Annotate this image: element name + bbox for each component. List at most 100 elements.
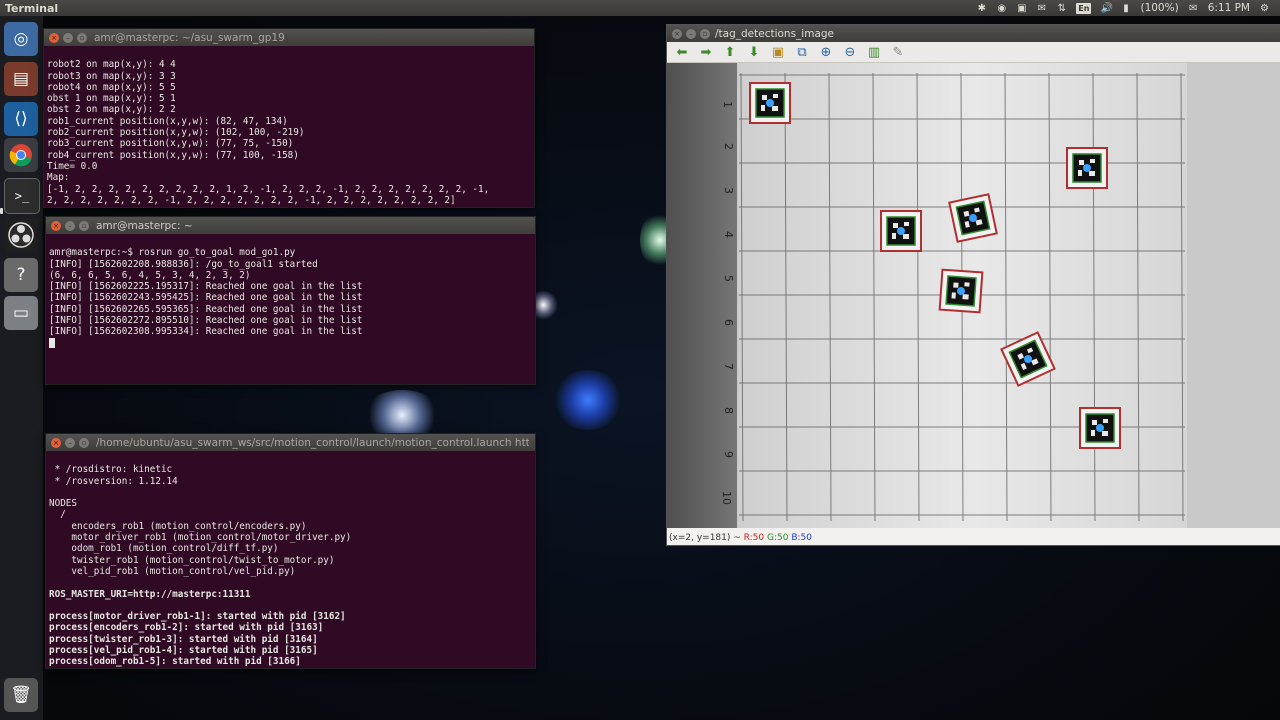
zoom-in-icon[interactable]: ⊕ [817, 44, 835, 60]
blue-value: B:50 [791, 533, 813, 543]
row-label: 8 [722, 407, 735, 414]
files-icon[interactable]: ▤ [4, 62, 38, 96]
battery-percent[interactable]: (100%) [1140, 2, 1178, 14]
output-line: * /rosdistro: kinetic [49, 464, 173, 476]
save-image-icon[interactable]: ▣ [769, 44, 787, 60]
terminal-window-home[interactable]: × – ▫ amr@masterpc: ~ amr@masterpc:~$ rosr… [45, 216, 536, 385]
output-line: robot4 on map(x,y): 5 5 [47, 81, 176, 93]
forward-arrow-icon[interactable]: ➡ [697, 44, 715, 60]
output-line: process[motor_driver_rob1-1]: started wi… [49, 611, 346, 623]
session-icon[interactable]: ✉ [1188, 3, 1199, 14]
row-label: 6 [722, 319, 735, 326]
launcher: ◎ ▤ ⟨⟩ >_ ? ▭ 🗑 [0, 16, 43, 720]
right-board-edge [1187, 63, 1280, 528]
titlebar[interactable]: × – ▫ amr@masterpc: ~/asu_swarm_gp19 [44, 29, 534, 46]
titlebar[interactable]: × – ▫ amr@masterpc: ~ [46, 217, 535, 234]
help-icon[interactable]: ? [4, 258, 38, 292]
dash-icon[interactable]: ◎ [4, 22, 38, 56]
apriltag-marker [880, 210, 922, 252]
mail-icon[interactable]: ✉ [1036, 3, 1047, 14]
terminal-output[interactable]: * /rosdistro: kinetic * /rosversion: 1.1… [46, 451, 535, 668]
active-indicator [0, 208, 3, 214]
terminal-icon[interactable]: >_ [4, 178, 40, 214]
camera-image[interactable]: 1 2 3 4 5 6 7 8 9 10 [667, 63, 1280, 528]
output-line: ROS_MASTER_URI=http://masterpc:11311 [49, 588, 251, 600]
network-icon[interactable]: ⇅ [1056, 3, 1067, 14]
window-title: /home/ubuntu/asu_swarm_ws/src/motion_con… [96, 436, 529, 449]
clock[interactable]: 6:11 PM [1208, 2, 1250, 14]
output-line: rob3_current position(x,y,w): (77, 75, -… [47, 138, 294, 150]
output-line: [INFO] [1562602272.895510]: Reached one … [49, 315, 363, 327]
save-icon[interactable]: ▥ [865, 44, 883, 60]
back-arrow-icon[interactable]: ⬅ [673, 44, 691, 60]
output-line: [INFO] [1562602308.995334]: Reached one … [49, 326, 363, 338]
output-line: [INFO] [1562602225.195317]: Reached one … [49, 281, 363, 293]
output-line: process[encoders_rob1-2]: started with p… [49, 622, 324, 634]
close-button[interactable]: × [51, 437, 61, 448]
viewer-toolbar: ⬅ ➡ ⬆ ⬇ ▣ ⧉ ⊕ ⊖ ▥ ✎ [667, 42, 1280, 63]
close-button[interactable]: × [672, 28, 682, 39]
output-line: odom_rob1 (motion_control/diff_tf.py) [49, 543, 279, 555]
bluetooth-icon[interactable]: ✱ [976, 3, 987, 14]
terminal-output[interactable]: amr@masterpc:~$ rosrun go_to_goal mod_go… [46, 234, 535, 375]
drive-icon[interactable]: ▭ [4, 296, 38, 330]
output-line: obst 2 on map(x,y): 2 2 [47, 104, 176, 116]
maximize-button[interactable]: ▫ [79, 220, 89, 231]
maximize-button[interactable]: ▫ [700, 28, 710, 39]
close-button[interactable]: × [51, 220, 61, 231]
robot-glow [552, 370, 624, 430]
output-line: rob4_current position(x,y,w): (77, 100, … [47, 149, 299, 161]
close-button[interactable]: × [49, 32, 59, 43]
power-gear-icon[interactable]: ⚙ [1259, 3, 1270, 14]
output-line: robot2 on map(x,y): 4 4 [47, 59, 176, 71]
obs-icon[interactable] [4, 218, 38, 252]
minimize-button[interactable]: – [65, 437, 75, 448]
maximize-button[interactable]: ▫ [79, 437, 89, 448]
row-label: 5 [722, 275, 735, 282]
battery-icon[interactable]: ▮ [1120, 3, 1131, 14]
terminal-output[interactable]: robot2 on map(x,y): 4 4 robot3 on map(x,y… [44, 46, 534, 207]
volume-icon[interactable]: 🔊 [1100, 3, 1112, 14]
output-line: process[vel_pid_rob1-4]: started with pi… [49, 645, 318, 657]
output-line: encoders_rob1 (motion_control/encoders.p… [49, 520, 307, 532]
titlebar[interactable]: × – ▫ /tag_detections_image [667, 25, 1280, 42]
minimize-button[interactable]: – [63, 32, 73, 43]
text-cursor [49, 337, 55, 348]
output-line: motor_driver_rob1 (motion_control/motor_… [49, 532, 352, 544]
trash-icon[interactable]: 🗑 [4, 678, 38, 712]
output-line: process[odom_rob1-5]: started with pid [… [49, 656, 301, 668]
output-line: 2, 2, 2, 2, 2, 2, 2, -1, 2, 2, 2, 2, 2, … [47, 194, 456, 206]
row-label: 10 [720, 491, 733, 505]
terminal-window-launch[interactable]: × – ▫ /home/ubuntu/asu_swarm_ws/src/motion… [45, 433, 536, 669]
titlebar[interactable]: × – ▫ /home/ubuntu/asu_swarm_ws/src/motion… [46, 434, 535, 451]
text-cursor [49, 667, 55, 668]
output-line: process[twister_rob1-3]: started with pi… [49, 633, 318, 645]
terminal-window-swarm[interactable]: × – ▫ amr@masterpc: ~/asu_swarm_gp19 robot… [43, 28, 535, 208]
down-arrow-icon[interactable]: ⬇ [745, 44, 763, 60]
up-arrow-icon[interactable]: ⬆ [721, 44, 739, 60]
maximize-button[interactable]: ▫ [77, 32, 87, 43]
apriltag-marker [1079, 407, 1121, 449]
tag-detections-frame: 1 2 3 4 5 6 7 8 9 10 [667, 63, 1280, 528]
minimize-button[interactable]: – [65, 220, 75, 231]
row-label: 1 [721, 101, 734, 108]
output-line: Time= 0.0 [47, 160, 98, 172]
apriltag-marker [1066, 147, 1108, 189]
keyboard-layout-indicator[interactable]: En [1076, 2, 1092, 14]
zoom-out-icon[interactable]: ⊖ [841, 44, 859, 60]
minimize-button[interactable]: – [686, 28, 696, 39]
dropbox-icon[interactable]: ▣ [1016, 3, 1027, 14]
image-viewer-window[interactable]: × – ▫ /tag_detections_image ⬅ ➡ ⬆ ⬇ ▣ ⧉ ⊕ … [666, 24, 1280, 546]
chrome-tray-icon[interactable]: ◉ [996, 3, 1007, 14]
chrome-icon[interactable] [4, 138, 38, 172]
cursor-position: (x=2, y=181) ~ [669, 533, 744, 543]
window-title: amr@masterpc: ~/asu_swarm_gp19 [94, 31, 285, 44]
fit-window-icon[interactable]: ⧉ [793, 44, 811, 60]
properties-icon[interactable]: ✎ [889, 44, 907, 60]
output-line: rob2_current position(x,y,w): (102, 100,… [47, 127, 305, 139]
apriltag-marker [948, 193, 998, 243]
row-label: 4 [722, 231, 735, 238]
vscode-icon[interactable]: ⟨⟩ [4, 102, 38, 136]
